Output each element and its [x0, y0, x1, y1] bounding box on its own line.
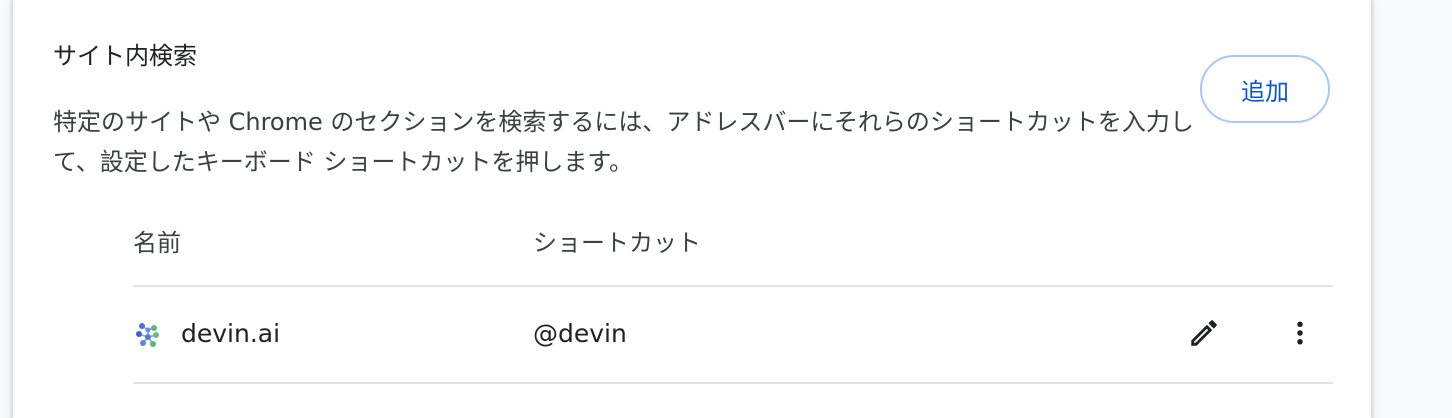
section-description: 特定のサイトや Chrome のセクションを検索するには、アドレスバーにそれらの… [53, 108, 1194, 176]
section-title: サイト内検索 [53, 42, 197, 70]
table-divider [133, 382, 1333, 384]
add-site-search-button[interactable]: 追加 [1200, 55, 1330, 123]
more-actions-button[interactable] [1276, 311, 1324, 359]
column-header-shortcut: ショートカット [533, 229, 701, 257]
more-vert-icon [1285, 318, 1315, 352]
devin-logo-icon [133, 320, 163, 350]
edit-button[interactable] [1180, 311, 1228, 359]
table-row: devin.ai @devin [133, 287, 1333, 382]
site-search-card: サイト内検索 追加 特定のサイトや Chrome のセクションを検索するには、ア… [12, 0, 1372, 418]
site-shortcut: @devin [533, 319, 627, 348]
edit-pencil-icon [1187, 316, 1221, 354]
site-name: devin.ai [181, 319, 281, 348]
column-header-name: 名前 [133, 229, 181, 257]
